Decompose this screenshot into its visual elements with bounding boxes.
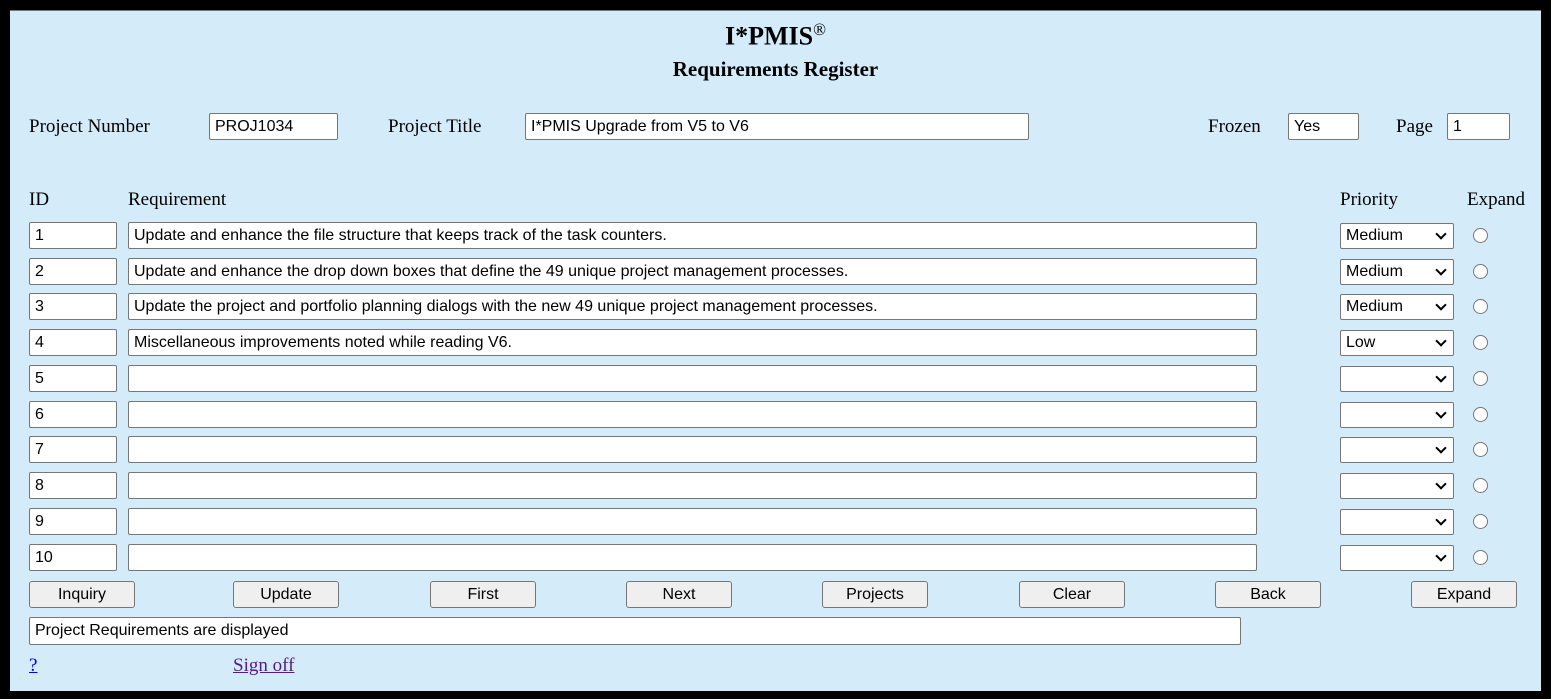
priority-select[interactable]: Medium xyxy=(1340,294,1454,320)
sign-off-link[interactable]: Sign off xyxy=(233,655,294,677)
requirement-id-input[interactable] xyxy=(29,222,117,249)
priority-select[interactable] xyxy=(1340,473,1454,499)
expand-radio[interactable] xyxy=(1473,371,1488,386)
registered-mark: ® xyxy=(813,20,827,39)
back-button[interactable]: Back xyxy=(1215,581,1321,608)
requirement-text-input[interactable] xyxy=(128,508,1257,535)
project-title-input[interactable] xyxy=(525,113,1029,140)
first-button[interactable]: First xyxy=(430,581,536,608)
chevron-down-icon xyxy=(1435,478,1447,490)
priority-select[interactable]: Medium xyxy=(1340,259,1454,285)
requirement-text-input[interactable]: Update the project and portfolio plannin… xyxy=(128,293,1257,320)
expand-radio[interactable] xyxy=(1473,407,1488,422)
requirement-id-input[interactable] xyxy=(29,258,117,285)
inquiry-button[interactable]: Inquiry xyxy=(29,581,135,608)
priority-select[interactable] xyxy=(1340,509,1454,535)
frozen-label: Frozen xyxy=(1208,116,1261,137)
requirement-id-input[interactable] xyxy=(29,436,117,463)
priority-value: Medium xyxy=(1346,227,1403,244)
requirement-text-input[interactable]: Miscellaneous improvements noted while r… xyxy=(128,329,1257,356)
priority-select[interactable] xyxy=(1340,402,1454,428)
expand-radio[interactable] xyxy=(1473,299,1488,314)
expand-column-header: Expand xyxy=(1467,189,1526,210)
expand-radio[interactable] xyxy=(1473,514,1488,529)
priority-select[interactable] xyxy=(1340,366,1454,392)
requirement-text-input[interactable] xyxy=(128,544,1257,571)
requirement-text-input[interactable]: Update and enhance the drop down boxes t… xyxy=(128,258,1257,285)
chevron-down-icon xyxy=(1435,299,1447,311)
requirement-id-input[interactable] xyxy=(29,329,117,356)
clear-button[interactable]: Clear xyxy=(1019,581,1125,608)
id-column-header: ID xyxy=(29,189,50,210)
priority-select[interactable]: Medium xyxy=(1340,223,1454,249)
expand-radio[interactable] xyxy=(1473,442,1488,457)
expand-button[interactable]: Expand xyxy=(1411,581,1517,608)
priority-value: Medium xyxy=(1346,263,1403,280)
expand-radio[interactable] xyxy=(1473,264,1488,279)
requirement-id-input[interactable] xyxy=(29,401,117,428)
chevron-down-icon xyxy=(1435,407,1447,419)
chevron-down-icon xyxy=(1435,335,1447,347)
update-button[interactable]: Update xyxy=(233,581,339,608)
priority-select[interactable] xyxy=(1340,545,1454,571)
expand-radio[interactable] xyxy=(1473,335,1488,350)
expand-radio[interactable] xyxy=(1473,478,1488,493)
app-title: I*PMIS® xyxy=(724,20,827,51)
project-title-label: Project Title xyxy=(388,116,482,137)
requirement-text-input[interactable]: Update and enhance the file structure th… xyxy=(128,222,1257,249)
projects-button[interactable]: Projects xyxy=(822,581,928,608)
priority-value: Medium xyxy=(1346,298,1403,315)
page-title: Requirements Register xyxy=(672,57,879,81)
priority-value: Low xyxy=(1346,334,1376,351)
next-button[interactable]: Next xyxy=(626,581,732,608)
requirement-id-input[interactable] xyxy=(29,472,117,499)
priority-column-header: Priority xyxy=(1340,189,1399,210)
frozen-input[interactable] xyxy=(1288,113,1359,140)
chevron-down-icon xyxy=(1435,264,1447,276)
chevron-down-icon xyxy=(1435,442,1447,454)
page-label: Page xyxy=(1396,116,1433,137)
requirement-column-header: Requirement xyxy=(128,189,227,210)
chevron-down-icon xyxy=(1435,550,1447,562)
status-message xyxy=(29,617,1241,645)
expand-radio[interactable] xyxy=(1473,228,1488,243)
requirement-text-input[interactable] xyxy=(128,436,1257,463)
requirement-text-input[interactable] xyxy=(128,472,1257,499)
project-number-input[interactable] xyxy=(209,113,338,140)
help-link[interactable]: ? xyxy=(29,655,37,677)
chevron-down-icon xyxy=(1435,371,1447,383)
expand-radio[interactable] xyxy=(1473,550,1488,565)
priority-select[interactable]: Low xyxy=(1340,330,1454,356)
requirement-id-input[interactable] xyxy=(29,293,117,320)
project-number-label: Project Number xyxy=(29,116,150,137)
requirement-text-input[interactable] xyxy=(128,401,1257,428)
chevron-down-icon xyxy=(1435,514,1447,526)
priority-select[interactable] xyxy=(1340,437,1454,463)
page-input[interactable] xyxy=(1447,113,1510,140)
chevron-down-icon xyxy=(1435,228,1447,240)
requirement-id-input[interactable] xyxy=(29,508,117,535)
requirement-text-input[interactable] xyxy=(128,365,1257,392)
requirement-id-input[interactable] xyxy=(29,544,117,571)
requirement-id-input[interactable] xyxy=(29,365,117,392)
